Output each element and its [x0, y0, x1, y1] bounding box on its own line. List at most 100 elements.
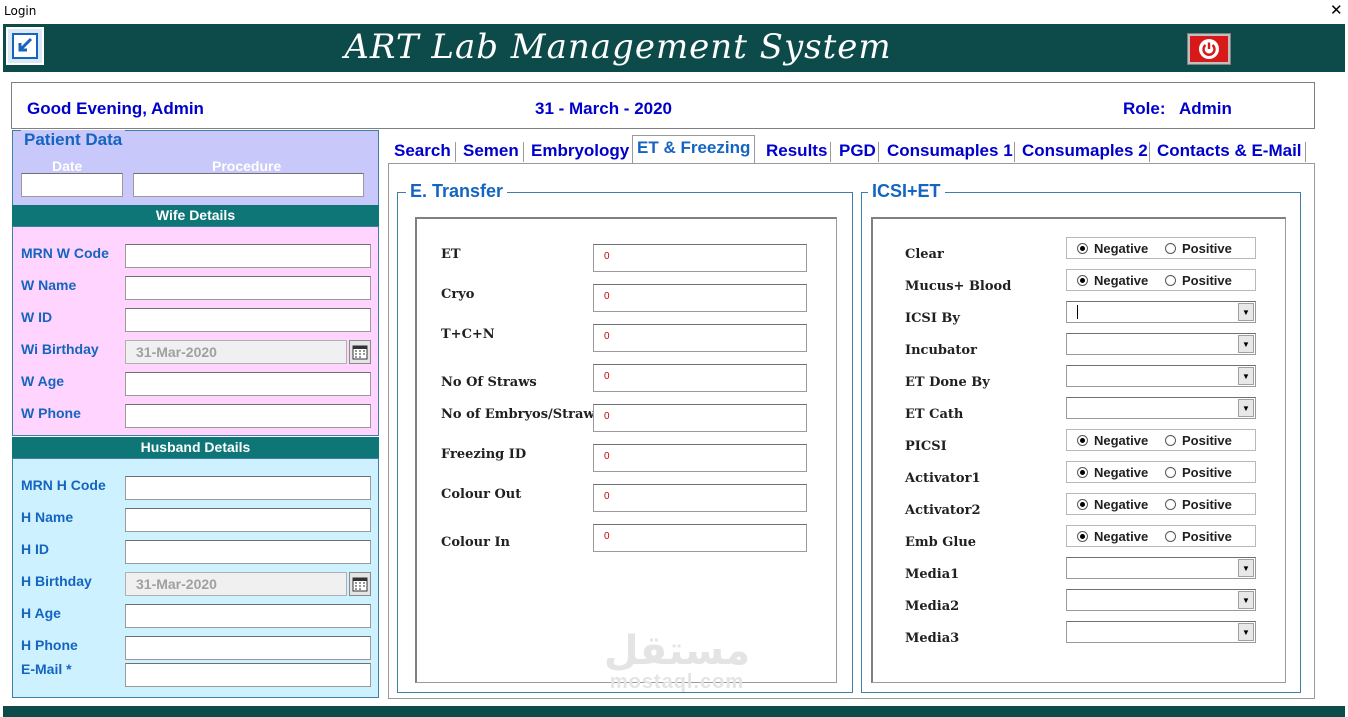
- chevron-down-icon[interactable]: ▼: [1238, 559, 1254, 577]
- picsi-positive-radio[interactable]: Positive: [1165, 433, 1232, 448]
- et-cath-label: ET Cath: [905, 407, 964, 422]
- husband-details-group: MRN H Code H Name H ID H Birthday 31-Mar…: [12, 458, 379, 698]
- tab-et-freezing[interactable]: ET & Freezing: [632, 135, 756, 163]
- cryo-field[interactable]: 0: [593, 284, 807, 312]
- chevron-down-icon[interactable]: ▼: [1238, 367, 1254, 385]
- h-phone-field[interactable]: [125, 636, 371, 660]
- date-label: Date: [52, 158, 83, 174]
- chevron-down-icon[interactable]: ▼: [1238, 303, 1254, 321]
- clear-positive-radio[interactable]: Positive: [1165, 241, 1232, 256]
- tab-embryology[interactable]: Embryology: [531, 138, 629, 164]
- w-name-field[interactable]: [125, 276, 371, 300]
- wife-details-group: MRN W Code W Name W ID Wi Birthday 31-Ma…: [12, 226, 379, 436]
- embryos-per-straw-field[interactable]: 0: [593, 404, 807, 432]
- media3-label: Media3: [905, 631, 960, 646]
- emb-glue-label: Emb Glue: [905, 535, 977, 550]
- window-title: Login: [4, 4, 37, 18]
- activator1-label: Activator1: [905, 471, 981, 486]
- role-value: Admin: [1179, 99, 1232, 118]
- w-age-field[interactable]: [125, 372, 371, 396]
- embryos-per-straw-label: No of Embryos/Straw: [441, 407, 595, 422]
- icsi-et-inner: Clear Negative Positive Mucus+ Blood Neg…: [871, 217, 1286, 683]
- chevron-down-icon[interactable]: ▼: [1238, 591, 1254, 609]
- radio-empty-icon: [1165, 467, 1176, 478]
- calendar-icon[interactable]: [349, 572, 371, 596]
- radio-empty-icon: [1165, 499, 1176, 510]
- close-icon[interactable]: ✕: [1330, 1, 1343, 19]
- media1-select[interactable]: ▼: [1066, 557, 1256, 579]
- chevron-down-icon[interactable]: ▼: [1238, 623, 1254, 641]
- wi-birthday-field[interactable]: 31-Mar-2020: [125, 340, 347, 364]
- colour-in-field[interactable]: 0: [593, 524, 807, 552]
- clear-negative-radio[interactable]: Negative: [1077, 241, 1148, 256]
- watermark-arabic: مستقل: [603, 628, 751, 674]
- procedure-field[interactable]: [133, 173, 364, 197]
- media3-select[interactable]: ▼: [1066, 621, 1256, 643]
- h-birthday-field[interactable]: 31-Mar-2020: [125, 572, 347, 596]
- activator1-radio-group: Negative Positive: [1066, 461, 1256, 483]
- media2-select[interactable]: ▼: [1066, 589, 1256, 611]
- w-phone-field[interactable]: [125, 404, 371, 428]
- tab-consumaples-1[interactable]: Consumaples 1: [887, 138, 1013, 164]
- tab-results[interactable]: Results: [766, 138, 827, 164]
- mrn-h-code-field[interactable]: [125, 476, 371, 500]
- window-return-icon[interactable]: [6, 27, 44, 65]
- picsi-radio-group: Negative Positive: [1066, 429, 1256, 451]
- tab-contacts-email[interactable]: Contacts & E-Mail: [1157, 138, 1302, 164]
- role-label: Role:: [1123, 99, 1166, 118]
- chevron-down-icon[interactable]: ▼: [1238, 399, 1254, 417]
- h-name-field[interactable]: [125, 508, 371, 532]
- emb-glue-negative-radio[interactable]: Negative: [1077, 529, 1148, 544]
- radio-selected-icon: [1077, 243, 1088, 254]
- patient-data-group: Patient Data Date Procedure: [12, 130, 379, 206]
- text-cursor: [1077, 305, 1078, 319]
- power-icon[interactable]: [1187, 33, 1231, 65]
- calendar-icon[interactable]: [349, 340, 371, 364]
- activator1-negative-radio[interactable]: Negative: [1077, 465, 1148, 480]
- patient-data-title: Patient Data: [21, 130, 126, 150]
- activator2-negative-radio[interactable]: Negative: [1077, 497, 1148, 512]
- current-date: 31 - March - 2020: [535, 99, 673, 118]
- et-field[interactable]: 0: [593, 244, 807, 272]
- emb-glue-positive-radio[interactable]: Positive: [1165, 529, 1232, 544]
- tab-pgd[interactable]: PGD: [839, 138, 876, 164]
- icsi-et-title: ICSI+ET: [868, 181, 945, 202]
- freezing-id-label: Freezing ID: [441, 447, 527, 462]
- tcn-field[interactable]: 0: [593, 324, 807, 352]
- app-header: ART Lab Management System: [3, 24, 1345, 72]
- colour-out-field[interactable]: 0: [593, 484, 807, 512]
- h-id-field[interactable]: [125, 540, 371, 564]
- tab-consumaples-2[interactable]: Consumaples 2: [1022, 138, 1148, 164]
- clear-radio-group: Negative Positive: [1066, 237, 1256, 259]
- et-done-by-select[interactable]: ▼: [1066, 365, 1256, 387]
- tab-search[interactable]: Search: [394, 138, 451, 164]
- husband-details-heading: Husband Details: [12, 437, 379, 458]
- mucus-blood-positive-radio[interactable]: Positive: [1165, 273, 1232, 288]
- media2-label: Media2: [905, 599, 960, 614]
- mucus-blood-negative-radio[interactable]: Negative: [1077, 273, 1148, 288]
- mrn-w-code-field[interactable]: [125, 244, 371, 268]
- icsi-by-select[interactable]: ▼: [1066, 301, 1256, 323]
- e-transfer-group: E. Transfer ET 0 Cryo 0 T+C+N 0 No Of St…: [397, 181, 853, 693]
- freezing-id-field[interactable]: 0: [593, 444, 807, 472]
- icsi-by-label: ICSI By: [905, 311, 960, 326]
- tab-semen[interactable]: Semen: [463, 138, 519, 164]
- w-id-field[interactable]: [125, 308, 371, 332]
- no-of-straws-label: No Of Straws: [441, 375, 537, 390]
- h-age-field[interactable]: [125, 604, 371, 628]
- et-cath-select[interactable]: ▼: [1066, 397, 1256, 419]
- clear-label: Clear: [905, 247, 944, 262]
- picsi-negative-radio[interactable]: Negative: [1077, 433, 1148, 448]
- tab-separator: [878, 142, 880, 162]
- activator1-positive-radio[interactable]: Positive: [1165, 465, 1232, 480]
- chevron-down-icon[interactable]: ▼: [1238, 335, 1254, 353]
- w-id-label: W ID: [21, 309, 53, 325]
- tab-separator: [1014, 142, 1016, 162]
- e-transfer-title: E. Transfer: [406, 181, 508, 202]
- activator2-radio-group: Negative Positive: [1066, 493, 1256, 515]
- no-of-straws-field[interactable]: 0: [593, 364, 807, 392]
- activator2-positive-radio[interactable]: Positive: [1165, 497, 1232, 512]
- incubator-select[interactable]: ▼: [1066, 333, 1256, 355]
- patient-date-field[interactable]: [21, 173, 123, 197]
- email-field[interactable]: [125, 663, 371, 687]
